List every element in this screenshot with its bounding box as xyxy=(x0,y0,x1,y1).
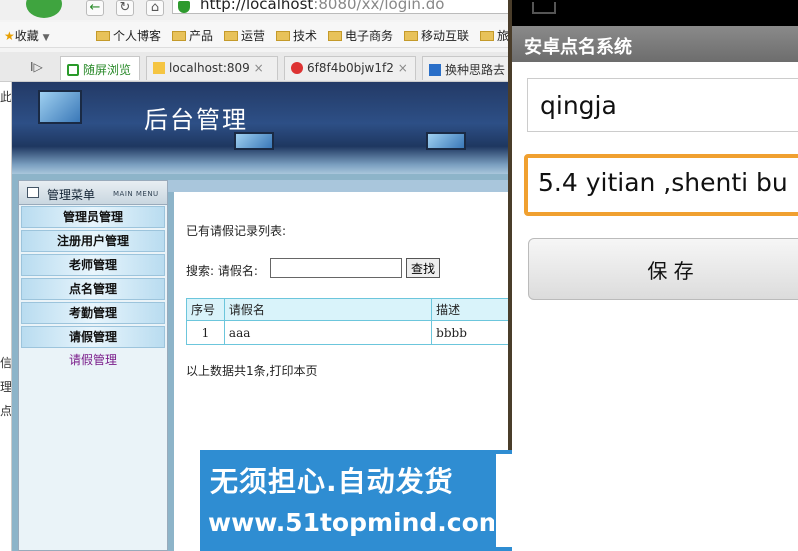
bookmark-travel[interactable]: 旅 xyxy=(480,27,509,44)
menu-title-en: MAIN MENU xyxy=(113,190,159,198)
menu-header: 管理菜单 MAIN MENU xyxy=(19,181,167,205)
menu-item-users[interactable]: 注册用户管理 xyxy=(21,230,165,252)
search-label: 搜索: 请假名: xyxy=(186,264,258,278)
watermark-url: www.51topmind.com xyxy=(208,508,505,537)
record-count-note[interactable]: 以上数据共1条,打印本页 xyxy=(186,362,317,379)
monitor-icon xyxy=(426,132,466,150)
list-title: 已有请假记录列表: xyxy=(186,224,287,238)
pma-icon xyxy=(153,62,165,74)
url-host: http://localhost xyxy=(200,0,314,13)
menu-item-admin[interactable]: 管理员管理 xyxy=(21,206,165,228)
app-body: 5.4 yitian ,shenti bu 保 存 xyxy=(512,62,798,551)
close-icon[interactable]: × xyxy=(398,61,408,75)
app-title: 安卓点名系统 xyxy=(524,37,632,58)
submenu-leave-management[interactable]: 请假管理 xyxy=(19,350,167,370)
url-text[interactable]: http://localhost:8080/xx/login.do xyxy=(200,0,444,13)
back-icon[interactable]: ← xyxy=(86,0,104,16)
phone-icon xyxy=(67,64,79,76)
bookmark-operations[interactable]: 运营 xyxy=(224,27,265,44)
folder-icon xyxy=(96,31,110,41)
folder-icon xyxy=(224,31,238,41)
tab-strip: I▷ 随屏浏览 localhost:809 × 6f8f4b0bjw1f2 × … xyxy=(0,52,512,82)
shield-icon xyxy=(178,1,190,13)
bookmark-tech[interactable]: 技术 xyxy=(276,27,317,44)
bookmark-blog[interactable]: 个人博客 xyxy=(96,27,161,44)
search-button[interactable]: 查找 xyxy=(406,258,440,278)
save-button[interactable]: 保 存 xyxy=(528,238,798,300)
folder-icon xyxy=(328,31,342,41)
cell-description: bbbb xyxy=(431,320,512,345)
folder-icon xyxy=(404,31,418,41)
close-icon[interactable]: × xyxy=(254,61,264,75)
android-emulator: 安卓点名系统 5.4 yitian ,shenti bu 保 存 xyxy=(512,0,798,551)
description-field[interactable]: 5.4 yitian ,shenti bu xyxy=(524,154,798,216)
page-title: 后台管理 xyxy=(144,106,248,134)
monitor-icon xyxy=(38,90,82,124)
tab-image[interactable]: 6f8f4b0bjw1f2 × xyxy=(284,56,416,80)
table-row: 1 aaa bbbb xyxy=(186,320,512,345)
col-header-description: 描述 xyxy=(431,298,512,321)
bookmark-ecommerce[interactable]: 电子商务 xyxy=(328,27,393,44)
admin-menu: 管理菜单 MAIN MENU 管理员管理 注册用户管理 老师管理 点名管理 考勤… xyxy=(18,180,168,551)
menu-item-rollcall[interactable]: 点名管理 xyxy=(21,278,165,300)
chevron-down-icon: ▼ xyxy=(42,33,50,43)
leave-table: 序号 请假名 描述 1 aaa bbbb xyxy=(186,298,512,345)
weibo-icon xyxy=(291,62,303,74)
menu-item-leave[interactable]: 请假管理 xyxy=(21,326,165,348)
refresh-icon[interactable]: ↻ xyxy=(116,0,134,16)
background-window-edge: 此 信 理 点 xyxy=(0,82,12,551)
folder-icon xyxy=(276,31,290,41)
bookmark-products[interactable]: 产品 xyxy=(172,27,213,44)
name-field[interactable] xyxy=(527,78,798,132)
avatar[interactable] xyxy=(26,0,62,18)
tab-article[interactable]: 换种思路去 xyxy=(422,56,512,80)
page-icon xyxy=(429,64,441,76)
menu-item-teachers[interactable]: 老师管理 xyxy=(21,254,165,276)
table-header-row: 序号 请假名 描述 xyxy=(186,298,512,321)
bookmark-favorites[interactable]: ★收藏 ▼ xyxy=(4,27,50,44)
col-header-leave-name: 请假名 xyxy=(223,298,433,321)
bookmarks-bar: ★收藏 ▼ 个人博客 产品 运营 技术 电子商务 移动互联 旅 xyxy=(0,22,512,48)
col-header-index: 序号 xyxy=(186,298,225,321)
folder-icon xyxy=(172,31,186,41)
address-row: ← ↻ ⌂ http://localhost:8080/xx/login.do xyxy=(0,0,512,20)
cell-index: 1 xyxy=(186,320,225,345)
url-path: :8080/xx/login.do xyxy=(313,0,445,13)
home-icon[interactable]: ⌂ xyxy=(146,0,164,16)
folder-icon xyxy=(480,31,494,41)
leave-name-search-input[interactable] xyxy=(270,258,402,278)
content-header-strip xyxy=(168,180,512,192)
sidebar-toggle-icon[interactable]: I▷ xyxy=(30,60,43,74)
menu-title: 管理菜单 xyxy=(47,188,96,202)
admin-banner: 后台管理 xyxy=(12,82,512,174)
status-bar xyxy=(512,0,798,26)
cell-leave-name: aaa xyxy=(223,320,433,345)
bookmark-mobile[interactable]: 移动互联 xyxy=(404,27,469,44)
watermark-slogan: 无须担心.自动发货 xyxy=(210,465,454,498)
tab-screen-browse[interactable]: 随屏浏览 xyxy=(60,56,140,80)
app-titlebar: 安卓点名系统 xyxy=(512,26,798,62)
star-icon: ★ xyxy=(4,29,15,43)
description-text: 5.4 yitian ,shenti bu xyxy=(538,168,788,197)
menu-item-attendance[interactable]: 考勤管理 xyxy=(21,302,165,324)
tab-localhost[interactable]: localhost:809 × xyxy=(146,56,278,80)
window-icon xyxy=(27,187,39,198)
notification-icon xyxy=(532,2,556,14)
